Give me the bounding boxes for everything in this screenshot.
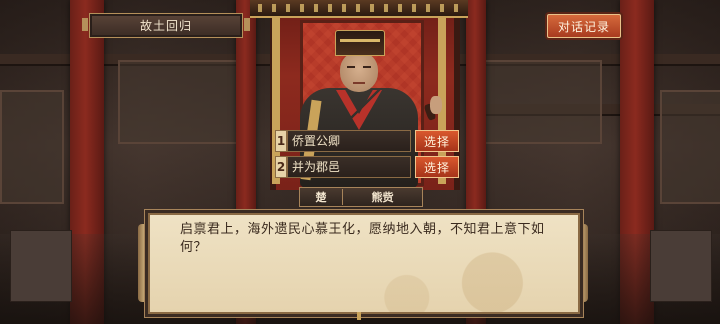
character-eye <box>363 66 371 68</box>
character-mouth <box>353 82 365 84</box>
bench <box>650 230 712 302</box>
speaker-faction: 楚 <box>300 189 343 205</box>
choice-number: 1 <box>275 130 287 152</box>
canopy-ornament <box>258 4 460 12</box>
dialog-ornament <box>357 312 361 320</box>
wall-panel <box>660 90 720 204</box>
dialog-text: 启禀君上，海外遗民心慕王化，愿纳地入朝，不知君上意下如何？ <box>180 222 545 255</box>
speaker-nameplate: 楚 熊赀 <box>299 187 423 207</box>
character-hand <box>430 96 442 114</box>
dialog-log-button[interactable]: 对话记录 <box>547 14 621 38</box>
wall-panel <box>478 60 602 144</box>
choice-number: 2 <box>275 156 287 178</box>
select-button-1[interactable]: 选择 <box>415 130 459 152</box>
wall-panel <box>0 90 64 204</box>
character-crown <box>335 30 385 56</box>
choice-label[interactable]: 并为郡邑 <box>287 156 411 178</box>
choice-option-1[interactable]: 1 侨置公卿 选择 <box>275 130 459 152</box>
wall-panel <box>118 60 242 144</box>
choice-label[interactable]: 侨置公卿 <box>287 130 411 152</box>
event-title: 故土回归 <box>82 13 250 38</box>
bench <box>10 230 72 302</box>
character-eye <box>347 66 355 68</box>
choice-option-2[interactable]: 2 并为郡邑 选择 <box>275 156 459 178</box>
character-face <box>340 52 378 92</box>
select-button-2[interactable]: 选择 <box>415 156 459 178</box>
speaker-name: 熊赀 <box>371 191 394 204</box>
